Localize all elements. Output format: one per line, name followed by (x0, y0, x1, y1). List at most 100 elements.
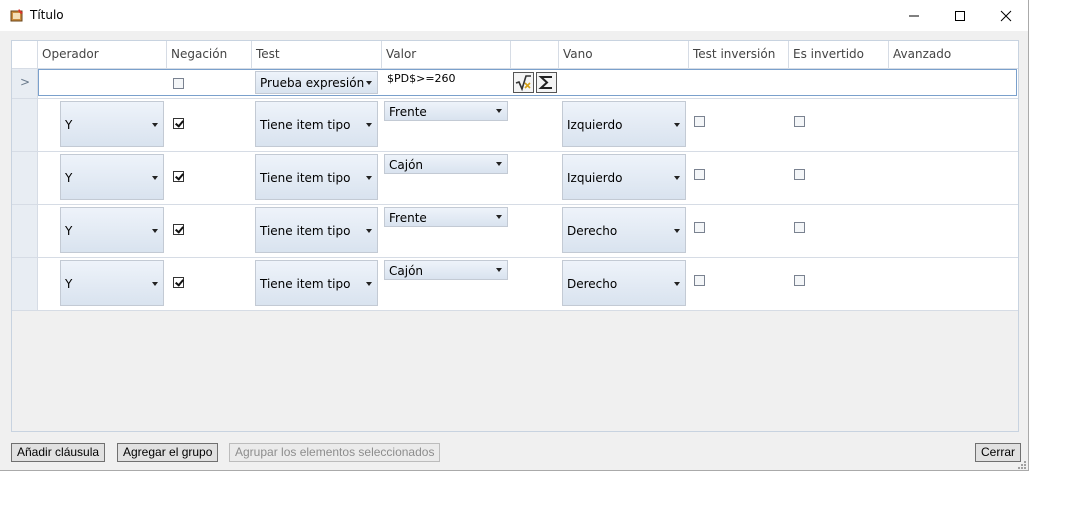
vano-value: Izquierdo (567, 118, 623, 132)
clause-row[interactable]: Y Tiene item tipo Cajón Izquierdo (12, 152, 1018, 205)
test-value: Tiene item tipo (260, 118, 351, 132)
es-invertido-checkbox[interactable] (794, 275, 805, 286)
column-header-avanzado[interactable]: Avanzado (889, 41, 1018, 68)
expression-value[interactable]: $PD$>=260 (387, 72, 456, 85)
row-selector[interactable] (12, 152, 38, 204)
dropdown-arrow-icon (366, 229, 372, 233)
maximize-button[interactable] (937, 0, 983, 31)
vano-dropdown[interactable]: Izquierdo (562, 101, 686, 147)
test-dropdown[interactable]: Tiene item tipo (255, 101, 378, 147)
operator-value: Y (65, 118, 73, 132)
value-dropdown[interactable]: Frente (384, 101, 508, 121)
clause-row[interactable]: Y Tiene item tipo Cajón Derecho (12, 258, 1018, 311)
row-indicator: > (12, 69, 38, 98)
test-inversion-checkbox[interactable] (694, 275, 705, 286)
title-bar: Título (0, 0, 1028, 31)
column-header-test[interactable]: Test (252, 41, 382, 68)
negation-checkbox[interactable] (173, 171, 184, 182)
test-inversion-checkbox[interactable] (694, 116, 705, 127)
test-value: Tiene item tipo (260, 171, 351, 185)
column-header-vano[interactable]: Vano (559, 41, 689, 68)
vano-dropdown[interactable]: Derecho (562, 260, 686, 306)
group-test-dropdown[interactable]: Prueba expresión (255, 71, 378, 94)
dropdown-arrow-icon (152, 176, 158, 180)
test-dropdown[interactable]: Tiene item tipo (255, 154, 378, 200)
vano-value: Derecho (567, 224, 618, 238)
grid-header: Operador Negación Test Valor Vano Test i… (12, 41, 1018, 69)
formula-button[interactable] (513, 72, 534, 93)
test-dropdown[interactable]: Tiene item tipo (255, 260, 378, 306)
clause-row[interactable]: Y Tiene item tipo Frente Derecho (12, 205, 1018, 258)
column-header-blank[interactable] (511, 41, 559, 68)
close-button[interactable]: Cerrar (975, 443, 1022, 462)
minimize-icon (909, 15, 919, 16)
sum-button[interactable] (536, 72, 557, 93)
clause-row[interactable]: Y Tiene item tipo Frente Izquierdo (12, 99, 1018, 152)
dropdown-arrow-icon (674, 282, 680, 286)
es-invertido-checkbox[interactable] (794, 169, 805, 180)
vano-dropdown[interactable]: Izquierdo (562, 154, 686, 200)
value-text: Cajón (389, 158, 424, 172)
dropdown-arrow-icon (152, 282, 158, 286)
operator-dropdown[interactable]: Y (60, 260, 164, 306)
dropdown-arrow-icon (366, 282, 372, 286)
resize-grip-icon[interactable] (1016, 459, 1027, 470)
group-negation-checkbox[interactable] (173, 78, 184, 89)
negation-checkbox[interactable] (173, 224, 184, 235)
test-inversion-checkbox[interactable] (694, 169, 705, 180)
minimize-button[interactable] (891, 0, 937, 31)
test-value: Tiene item tipo (260, 277, 351, 291)
row-indicator-arrow: > (20, 75, 31, 89)
vano-dropdown[interactable]: Derecho (562, 207, 686, 253)
maximize-icon (955, 10, 965, 21)
clause-grid: Operador Negación Test Valor Vano Test i… (11, 40, 1019, 432)
operator-dropdown[interactable]: Y (60, 207, 164, 253)
dropdown-arrow-icon (366, 123, 372, 127)
vano-value: Derecho (567, 277, 618, 291)
test-dropdown[interactable]: Tiene item tipo (255, 207, 378, 253)
value-dropdown[interactable]: Cajón (384, 260, 508, 280)
value-text: Frente (389, 211, 427, 225)
value-dropdown[interactable]: Cajón (384, 154, 508, 174)
es-invertido-checkbox[interactable] (794, 222, 805, 233)
operator-dropdown[interactable]: Y (60, 101, 164, 147)
row-selector[interactable] (12, 258, 38, 310)
group-selected-button[interactable]: Agrupar los elementos seleccionados (229, 443, 441, 462)
dropdown-arrow-icon (496, 215, 502, 219)
row-selector[interactable] (12, 205, 38, 257)
column-header-test-inversion[interactable]: Test inversión (689, 41, 789, 68)
column-header-operador[interactable]: Operador (38, 41, 167, 68)
row-selector[interactable] (12, 99, 38, 151)
negation-checkbox[interactable] (173, 277, 184, 288)
dropdown-arrow-icon (152, 123, 158, 127)
dropdown-arrow-icon (366, 81, 372, 85)
close-window-button[interactable] (983, 0, 1029, 31)
dropdown-arrow-icon (674, 229, 680, 233)
dropdown-arrow-icon (152, 229, 158, 233)
dialog-window: Título Operador Negación Test Valor Vano… (0, 0, 1029, 471)
group-header-row[interactable]: > Prueba expresión $PD$>=260 (12, 69, 1018, 99)
window-title: Título (30, 8, 64, 22)
operator-value: Y (65, 224, 73, 238)
value-text: Frente (389, 105, 427, 119)
column-header-valor[interactable]: Valor (382, 41, 511, 68)
close-icon (1000, 10, 1012, 21)
dropdown-arrow-icon (496, 162, 502, 166)
test-value: Tiene item tipo (260, 224, 351, 238)
vano-value: Izquierdo (567, 171, 623, 185)
column-header-negacion[interactable]: Negación (167, 41, 252, 68)
es-invertido-checkbox[interactable] (794, 116, 805, 127)
column-header-es-invertido[interactable]: Es invertido (789, 41, 889, 68)
negation-checkbox[interactable] (173, 118, 184, 129)
dropdown-arrow-icon (674, 176, 680, 180)
dropdown-arrow-icon (674, 123, 680, 127)
operator-dropdown[interactable]: Y (60, 154, 164, 200)
sum-icon (538, 76, 552, 89)
test-inversion-checkbox[interactable] (694, 222, 705, 233)
operator-value: Y (65, 171, 73, 185)
add-clause-button[interactable]: Añadir cláusula (11, 443, 106, 462)
add-group-button[interactable]: Agregar el grupo (117, 443, 219, 462)
dropdown-arrow-icon (366, 176, 372, 180)
operator-value: Y (65, 277, 73, 291)
value-dropdown[interactable]: Frente (384, 207, 508, 227)
